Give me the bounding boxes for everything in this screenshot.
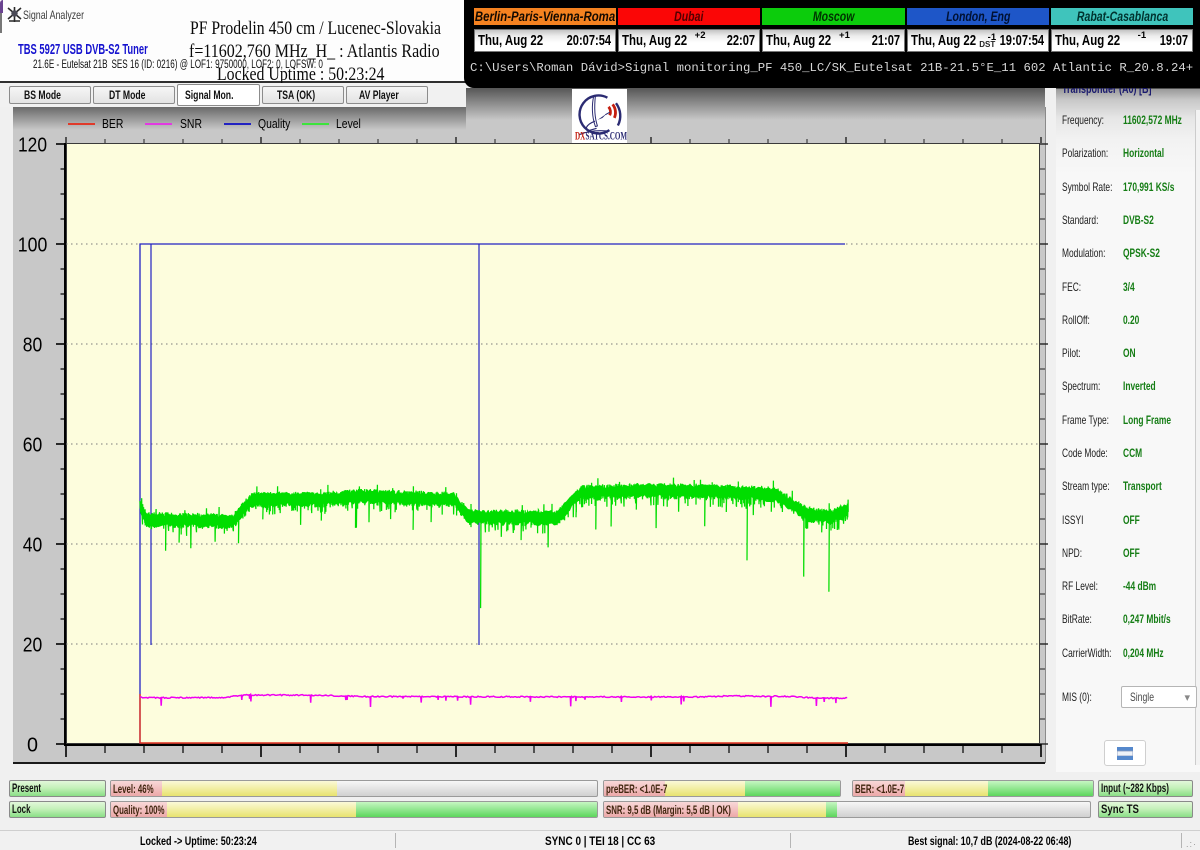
svg-text:20: 20: [23, 634, 43, 657]
svg-text:60: 60: [23, 434, 43, 457]
svg-text:0: 0: [27, 734, 38, 757]
svg-text:100: 100: [18, 234, 48, 257]
svg-text:120: 120: [18, 134, 47, 157]
svg-text:80: 80: [23, 334, 43, 357]
svg-text:40: 40: [23, 534, 43, 557]
svg-text:DX: DX: [575, 130, 585, 143]
svg-text:SATCS.COM: SATCS.COM: [586, 130, 627, 143]
